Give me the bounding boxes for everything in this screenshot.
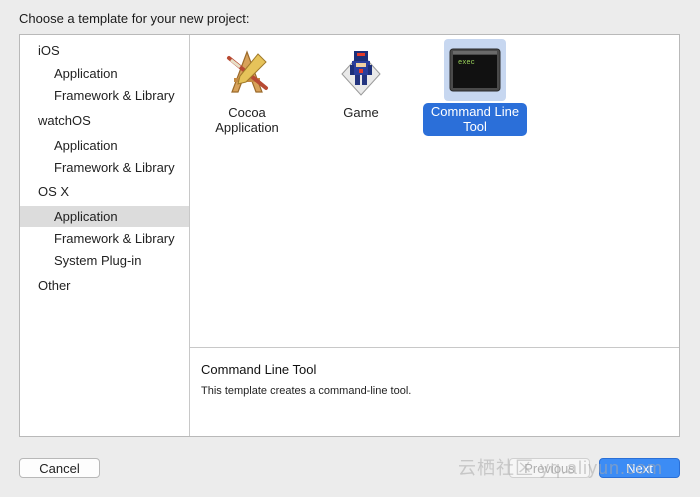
sidebar-item-osx-application[interactable]: Application [20,206,189,227]
template-grid: Cocoa Application Game exec Command Line… [190,35,679,347]
sidebar-group-watchos[interactable]: watchOS [38,113,91,128]
sidebar-group-osx[interactable]: OS X [38,184,69,199]
template-chooser-panel: iOS Application Framework & Library watc… [19,34,680,437]
template-cocoa-application[interactable]: Cocoa Application [208,43,286,135]
description-text: This template creates a command-line too… [201,385,412,397]
sidebar-item-osx-system-plugin[interactable]: System Plug-in [20,250,189,271]
cocoa-app-icon [215,43,279,103]
sidebar-group-other[interactable]: Other [38,278,71,293]
template-label: Game [343,105,379,120]
exec-text: exec [458,59,475,67]
template-description-pane: Command Line Tool This template creates … [190,347,679,436]
sidebar-group-ios[interactable]: iOS [38,43,60,58]
sidebar-item-ios-application[interactable]: Application [20,63,189,84]
terminal-icon: exec [444,39,506,101]
template-label: Cocoa Application [215,105,279,135]
description-title: Command Line Tool [201,362,317,377]
dialog-title: Choose a template for your new project: [19,11,250,26]
sidebar-item-osx-framework-library[interactable]: Framework & Library [20,228,189,249]
sidebar-item-watchos-framework-library[interactable]: Framework & Library [20,157,189,178]
category-sidebar: iOS Application Framework & Library watc… [20,35,190,436]
game-icon [329,43,393,103]
cancel-button[interactable]: Cancel [19,458,100,478]
sidebar-item-ios-framework-library[interactable]: Framework & Library [20,85,189,106]
watermark: 云栖社区 yq.aliyun.com [458,458,664,478]
template-command-line-tool[interactable]: exec Command Line Tool [422,39,528,136]
sidebar-item-watchos-application[interactable]: Application [20,135,189,156]
template-game[interactable]: Game [324,43,398,120]
template-label: Command Line Tool [422,103,528,136]
